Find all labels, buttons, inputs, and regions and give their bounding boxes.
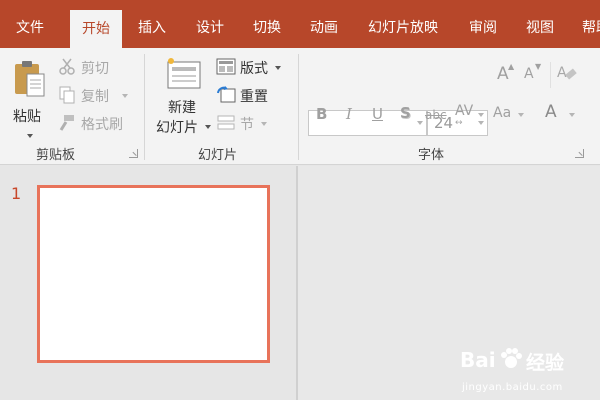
chevron-down-icon [417,121,423,125]
reset-button[interactable]: 重置 [216,85,284,105]
copy-dropdown-caret[interactable] [122,94,128,98]
italic-button[interactable]: I [346,105,352,123]
spacing-arrows-icon: ↔ [455,118,463,128]
clear-formatting-icon[interactable]: A [556,63,578,83]
new-slide-button[interactable]: 新建 幻灯片 [152,56,212,138]
new-slide-dropdown-caret[interactable] [205,125,211,129]
tab-file[interactable]: 文件 [16,0,44,48]
tab-review[interactable]: 审阅 [469,0,497,48]
new-slide-icon [167,58,201,89]
ribbon: 粘贴 剪切 复制 格式刷 剪贴板 新建 幻灯片 版式 重置 节 幻灯片 24 A… [0,48,600,165]
font-group-label: 字体 [418,148,445,163]
tab-view[interactable]: 视图 [526,0,554,48]
chevron-down-icon [478,113,484,117]
group-divider [144,54,145,160]
text-shadow-button[interactable]: S [400,104,411,122]
clipboard-group-label: 剪贴板 [36,148,76,163]
tab-animations[interactable]: 动画 [310,0,338,48]
section-icon [217,115,235,130]
tab-home[interactable]: 开始 [70,10,122,48]
layout-dropdown-caret[interactable] [275,66,281,70]
paste-icon [15,61,45,97]
reset-label: 重置 [240,89,268,105]
clipboard-dialog-launcher-icon[interactable] [129,149,138,158]
ribbon-tab-bar: 文件 开始 插入 设计 切换 动画 幻灯片放映 审阅 视图 帮助 [0,0,600,48]
slides-group-label: 幻灯片 [198,148,238,163]
tab-slideshow[interactable]: 幻灯片放映 [368,0,438,48]
watermark-url: jingyan.baidu.com [462,382,563,393]
paw-icon [501,348,522,368]
reset-icon [217,86,236,103]
format-painter-button[interactable]: 格式刷 [58,113,132,133]
copy-icon [59,86,75,104]
section-button[interactable]: 节 [216,113,284,133]
change-case-button[interactable]: Aa [493,105,511,121]
watermark-brand2: 经验 [526,352,565,374]
cut-button[interactable]: 剪切 [58,57,120,77]
layout-button[interactable]: 版式 [216,57,284,77]
format-painter-label: 格式刷 [81,117,123,133]
scissors-icon [59,58,75,75]
chevron-down-icon [569,113,575,117]
paste-label: 粘贴 [13,109,41,125]
tab-design[interactable]: 设计 [196,0,224,48]
slide-number: 1 [11,184,22,203]
paste-button[interactable]: 粘贴 [8,58,50,138]
section-dropdown-caret[interactable] [261,122,267,126]
tab-help[interactable]: 帮助 [582,0,600,48]
baidu-jingyan-watermark: Bai 经验 jingyan.baidu.com [460,340,595,396]
grow-font-button[interactable]: A [497,64,509,84]
watermark-brand: Bai [460,348,496,372]
shrink-font-button[interactable]: A [524,66,534,82]
tab-insert[interactable]: 插入 [138,0,166,48]
bold-button[interactable]: B [316,105,327,123]
copy-label: 复制 [81,89,109,105]
font-color-button[interactable]: A [545,102,557,122]
slide-thumbnail[interactable] [37,185,270,363]
chevron-down-icon [518,113,524,117]
paste-dropdown-caret[interactable] [27,134,33,138]
new-slide-label-line1: 新建 [168,100,196,116]
shrink-arrow-icon: ▼ [535,62,542,71]
format-painter-icon [59,115,74,131]
grow-arrow-icon: ▲ [508,62,515,71]
character-spacing-button[interactable]: AV [455,103,473,119]
new-slide-label-line2: 幻灯片 [156,120,198,136]
underline-button[interactable]: U [372,105,383,123]
section-label: 节 [240,117,254,133]
layout-label: 版式 [240,61,268,77]
tab-transitions[interactable]: 切换 [253,0,281,48]
group-divider [298,54,299,160]
copy-button[interactable]: 复制 [58,85,132,105]
font-divider [550,62,551,88]
layout-icon [216,58,236,75]
font-dialog-launcher-icon[interactable] [575,149,584,158]
cut-label: 剪切 [81,61,109,77]
svg-text:A: A [557,65,567,81]
strikethrough-button[interactable]: abc [425,108,447,122]
chevron-down-icon [478,121,484,125]
